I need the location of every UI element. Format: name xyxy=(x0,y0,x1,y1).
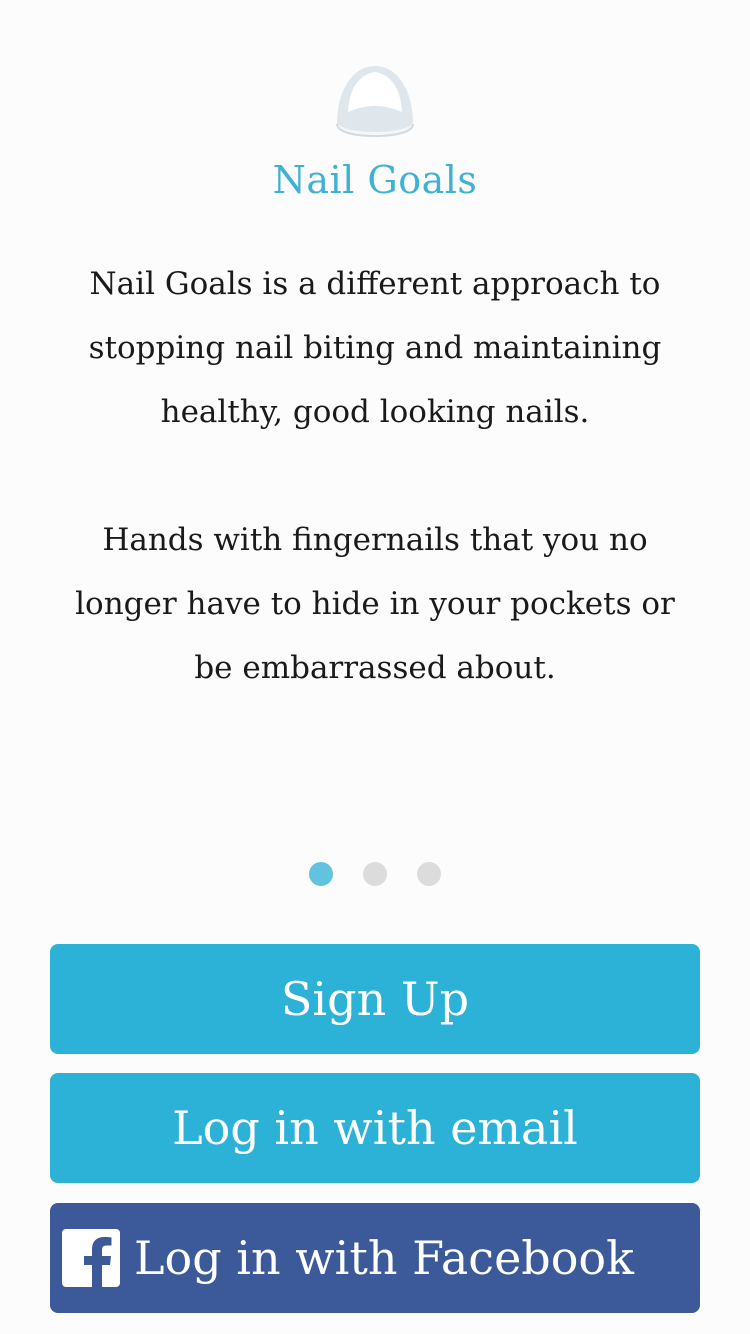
page-dot-2[interactable] xyxy=(363,862,387,886)
intro-paragraph-1: Nail Goals is a different approach to st… xyxy=(88,266,662,430)
facebook-login-label: Log in with Facebook xyxy=(134,1231,635,1285)
page-dot-3[interactable] xyxy=(417,862,441,886)
sign-up-label: Sign Up xyxy=(280,972,470,1026)
sign-up-button[interactable]: Sign Up xyxy=(50,944,700,1054)
facebook-login-button[interactable]: Log in with Facebook xyxy=(50,1203,700,1313)
email-login-button[interactable]: Log in with email xyxy=(50,1073,700,1183)
nail-logo-icon xyxy=(336,66,414,138)
facebook-icon xyxy=(62,1229,120,1287)
page-dot-1[interactable] xyxy=(309,862,333,886)
email-login-label: Log in with email xyxy=(172,1101,578,1155)
page-indicator xyxy=(0,862,750,886)
intro-text: Nail Goals is a different approach to st… xyxy=(60,252,690,700)
intro-paragraph-2: Hands with fingernails that you no longe… xyxy=(75,522,675,686)
app-title: Nail Goals xyxy=(272,158,478,202)
